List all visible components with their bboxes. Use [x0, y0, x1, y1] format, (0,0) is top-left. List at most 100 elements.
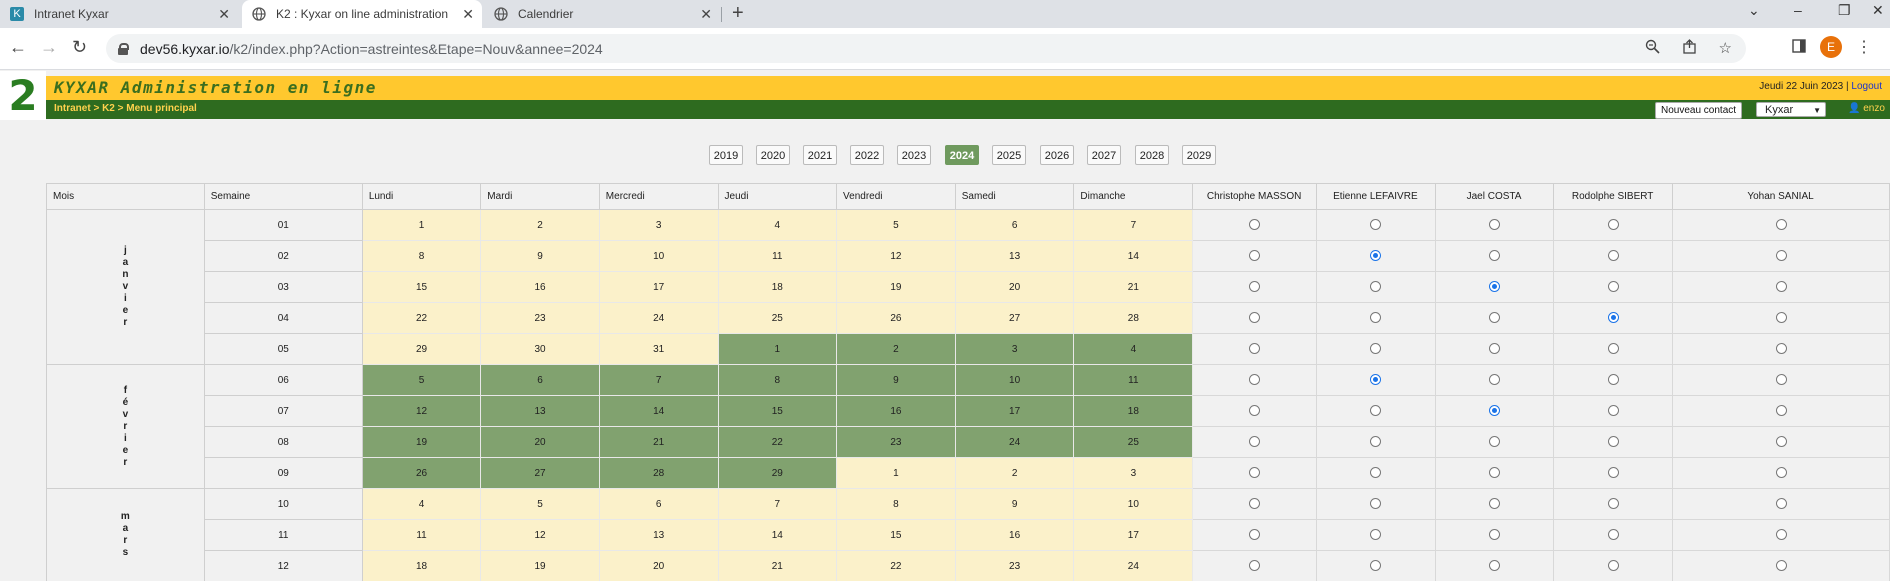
assignment-radio[interactable]: [1775, 405, 1787, 417]
assignment-radio[interactable]: [1249, 436, 1261, 448]
year-button-2026[interactable]: 2026: [1040, 145, 1074, 165]
minimize-icon[interactable]: –: [1794, 2, 1802, 18]
assignment-radio[interactable]: [1607, 343, 1619, 355]
assignment-radio[interactable]: [1370, 374, 1382, 386]
assignment-radio[interactable]: [1489, 405, 1501, 417]
assignment-radio[interactable]: [1775, 281, 1787, 293]
assignment-radio[interactable]: [1607, 498, 1619, 510]
assignment-radio[interactable]: [1370, 467, 1382, 479]
assignment-radio[interactable]: [1489, 529, 1501, 541]
assignment-radio[interactable]: [1249, 529, 1261, 541]
window-close-icon[interactable]: ✕: [1872, 2, 1884, 19]
company-select[interactable]: Kyxar ▼: [1756, 102, 1826, 117]
assignment-radio[interactable]: [1370, 312, 1382, 324]
browser-tab-calendrier[interactable]: Calendrier ✕: [484, 0, 720, 28]
assignment-radio[interactable]: [1489, 560, 1501, 572]
share-icon[interactable]: [1682, 39, 1697, 58]
assignment-radio[interactable]: [1489, 436, 1501, 448]
new-contact-button[interactable]: Nouveau contact: [1655, 102, 1743, 119]
year-button-2019[interactable]: 2019: [709, 145, 743, 165]
zoom-icon[interactable]: [1645, 39, 1660, 58]
year-button-2024[interactable]: 2024: [945, 145, 979, 165]
assignment-radio[interactable]: [1249, 343, 1261, 355]
address-bar[interactable]: dev56.kyxar.io/k2/index.php?Action=astre…: [106, 34, 1746, 63]
year-button-2020[interactable]: 2020: [756, 145, 790, 165]
browser-tab-k2[interactable]: K2 : Kyxar on line administration ✕: [242, 0, 482, 28]
year-button-2028[interactable]: 2028: [1135, 145, 1169, 165]
assignment-radio[interactable]: [1370, 560, 1382, 572]
user-link[interactable]: 👤 enzo: [1848, 103, 1885, 114]
restore-icon[interactable]: ❐: [1838, 2, 1851, 19]
assignment-radio[interactable]: [1775, 498, 1787, 510]
year-button-2021[interactable]: 2021: [803, 145, 837, 165]
assignment-radio[interactable]: [1607, 405, 1619, 417]
assignment-radio[interactable]: [1489, 281, 1501, 293]
assignment-radio[interactable]: [1775, 436, 1787, 448]
assignment-radio[interactable]: [1775, 374, 1787, 386]
side-panel-icon[interactable]: [1792, 38, 1806, 56]
assignment-radio[interactable]: [1489, 250, 1501, 262]
assignment-radio[interactable]: [1249, 374, 1261, 386]
chevron-down-icon[interactable]: ⌄: [1748, 2, 1760, 19]
assignment-radio[interactable]: [1775, 560, 1787, 572]
assignment-radio[interactable]: [1489, 312, 1501, 324]
assignment-radio[interactable]: [1370, 436, 1382, 448]
close-icon[interactable]: ✕: [218, 6, 230, 23]
assignment-radio[interactable]: [1370, 219, 1382, 231]
assignment-radio[interactable]: [1489, 343, 1501, 355]
assignment-radio[interactable]: [1370, 281, 1382, 293]
assignment-radio[interactable]: [1370, 343, 1382, 355]
assignment-radio[interactable]: [1370, 405, 1382, 417]
breadcrumb[interactable]: Intranet > K2 > Menu principal: [54, 103, 197, 114]
k2-logo[interactable]: 2: [0, 71, 46, 120]
assignment-radio[interactable]: [1249, 281, 1261, 293]
year-button-2025[interactable]: 2025: [992, 145, 1026, 165]
assignment-radio[interactable]: [1607, 281, 1619, 293]
profile-avatar[interactable]: E: [1820, 36, 1842, 58]
url-text[interactable]: dev56.kyxar.io/k2/index.php?Action=astre…: [140, 41, 603, 57]
assignment-radio[interactable]: [1249, 560, 1261, 572]
assignment-radio[interactable]: [1775, 250, 1787, 262]
assignment-radio[interactable]: [1607, 312, 1619, 324]
close-icon[interactable]: ✕: [700, 6, 712, 23]
logout-link[interactable]: Logout: [1851, 81, 1882, 92]
assignment-radio[interactable]: [1775, 219, 1787, 231]
assignment-radio[interactable]: [1249, 250, 1261, 262]
assignment-radio[interactable]: [1607, 529, 1619, 541]
bookmark-star-icon[interactable]: ☆: [1719, 39, 1732, 58]
year-button-2022[interactable]: 2022: [850, 145, 884, 165]
assignment-radio[interactable]: [1249, 405, 1261, 417]
year-button-2023[interactable]: 2023: [897, 145, 931, 165]
assignment-radio[interactable]: [1775, 467, 1787, 479]
assignment-radio[interactable]: [1370, 498, 1382, 510]
year-button-2029[interactable]: 2029: [1182, 145, 1216, 165]
year-button-2027[interactable]: 2027: [1087, 145, 1121, 165]
new-tab-icon[interactable]: +: [732, 2, 744, 25]
assignment-radio[interactable]: [1489, 498, 1501, 510]
reload-icon[interactable]: ↻: [72, 37, 87, 58]
close-icon[interactable]: ✕: [462, 6, 474, 23]
back-icon[interactable]: ←: [9, 37, 27, 58]
assignment-radio[interactable]: [1775, 312, 1787, 324]
browser-tab-intranet[interactable]: K Intranet Kyxar ✕: [0, 0, 238, 28]
assignment-radio[interactable]: [1489, 374, 1501, 386]
assignment-radio[interactable]: [1249, 467, 1261, 479]
assignment-radio[interactable]: [1249, 219, 1261, 231]
assignment-radio[interactable]: [1370, 250, 1382, 262]
assignment-radio[interactable]: [1249, 312, 1261, 324]
assignment-radio[interactable]: [1249, 498, 1261, 510]
week-number: 09: [203, 457, 363, 489]
menu-dots-icon[interactable]: ⋮: [1856, 37, 1872, 57]
assignment-radio[interactable]: [1607, 436, 1619, 448]
assignment-radio[interactable]: [1775, 343, 1787, 355]
assignment-radio[interactable]: [1607, 250, 1619, 262]
assignment-radio[interactable]: [1370, 529, 1382, 541]
assignment-radio[interactable]: [1489, 219, 1501, 231]
assignment-radio[interactable]: [1607, 374, 1619, 386]
assignment-radio[interactable]: [1607, 467, 1619, 479]
assignment-radio[interactable]: [1775, 529, 1787, 541]
assignment-radio[interactable]: [1607, 560, 1619, 572]
forward-icon[interactable]: →: [40, 37, 58, 58]
assignment-radio[interactable]: [1607, 219, 1619, 231]
assignment-radio[interactable]: [1489, 467, 1501, 479]
